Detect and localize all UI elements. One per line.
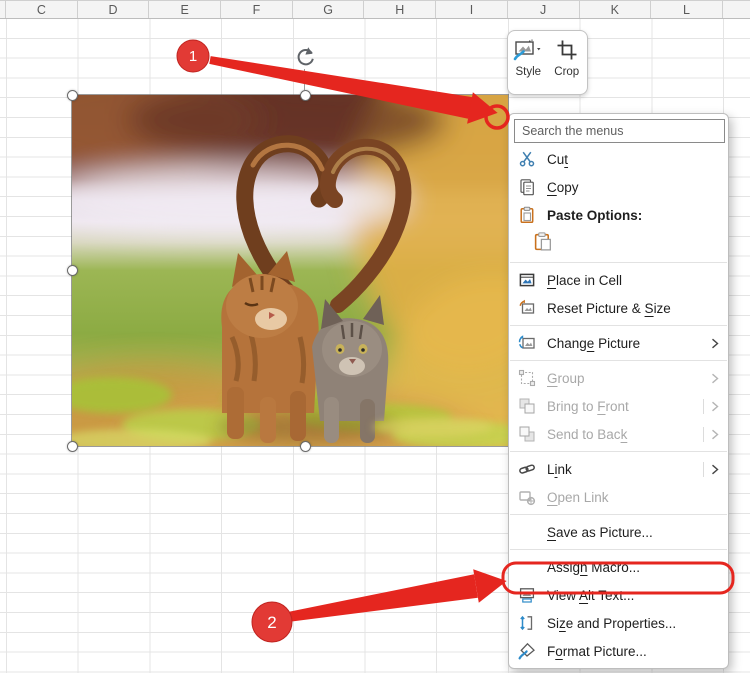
menu-item-label: Bring to Front [547, 398, 629, 414]
menu-item-format-picture[interactable]: Format Picture... [509, 637, 728, 665]
resize-handle-bottom-left[interactable] [66, 440, 78, 452]
menu-item-copy[interactable]: Copy [509, 173, 728, 201]
crop-button[interactable]: Crop [549, 37, 586, 92]
menu-item-paste-option[interactable] [509, 229, 728, 259]
menu-item-paste-options[interactable]: Paste Options: [509, 201, 728, 229]
menu-separator [510, 325, 727, 326]
menu-item-label: Place in Cell [547, 272, 623, 288]
cats-heart-photo [72, 95, 508, 446]
column-header-fill [723, 1, 750, 18]
picture-style-icon [513, 37, 543, 63]
menu-item-send-to-back: Send to Back [509, 420, 728, 448]
resize-handle-bottom-middle[interactable] [299, 440, 311, 452]
resize-handle-top-middle[interactable] [299, 90, 311, 101]
menu-item-bring-to-front: Bring to Front [509, 392, 728, 420]
place-in-cell-icon [517, 270, 537, 290]
submenu-chevron-icon [711, 338, 719, 349]
style-button[interactable]: Style [510, 37, 547, 92]
column-header-I[interactable]: I [436, 1, 508, 18]
excel-window: CDEFGHIJKL Style Crop Search the menus C… [0, 0, 750, 673]
context-menu: Cut Copy Paste Options: Place in Cell Reset … [508, 113, 729, 669]
group-icon [517, 368, 537, 388]
menu-separator [510, 262, 727, 263]
menu-item-label: Link [547, 461, 572, 477]
crop-button-label: Crop [554, 66, 580, 78]
column-header-H[interactable]: H [364, 1, 437, 18]
menu-item-label: Reset Picture & Size [547, 300, 671, 316]
column-header-D[interactable]: D [78, 1, 150, 18]
column-header-G[interactable]: G [293, 1, 365, 18]
rotate-handle[interactable] [293, 45, 317, 69]
change-picture-icon [517, 333, 537, 353]
menu-item-size-and-properties[interactable]: Size and Properties... [509, 609, 728, 637]
menu-separator [510, 514, 727, 515]
send-to-back-icon [517, 424, 537, 444]
menu-item-label: Change Picture [547, 335, 641, 351]
menu-item-assign-macro[interactable]: Assign Macro... [509, 553, 728, 581]
paste-icon [533, 231, 554, 257]
menu-item-view-alt-text[interactable]: View Alt Text... [509, 581, 728, 609]
column-header-K[interactable]: K [580, 1, 652, 18]
size-properties-icon [517, 613, 537, 633]
menu-item-label: Save as Picture... [547, 524, 653, 540]
resize-handle-middle-left[interactable] [66, 264, 78, 276]
menu-item-label: Format Picture... [547, 643, 647, 659]
crop-icon [555, 37, 579, 63]
scissors-icon [517, 149, 537, 169]
menu-item-label: Group [547, 370, 585, 386]
search-input[interactable] [514, 119, 725, 143]
menu-item-label: Open Link [547, 489, 609, 505]
menu-item-label: Paste Options: [547, 207, 643, 223]
menu-item-link[interactable]: Link [509, 455, 728, 483]
menu-item-open-link: Open Link [509, 483, 728, 511]
column-header-C[interactable]: C [6, 1, 78, 18]
open-link-icon [517, 487, 537, 507]
clipboard-icon [517, 205, 537, 225]
format-picture-icon [517, 641, 537, 661]
column-header-J[interactable]: J [508, 1, 580, 18]
column-header-E[interactable]: E [149, 1, 222, 18]
column-header-L[interactable]: L [651, 1, 723, 18]
rotate-icon [297, 47, 314, 66]
link-icon [517, 459, 537, 479]
menu-separator [510, 549, 727, 550]
copy-icon [517, 177, 537, 197]
menu-item-reset-picture-size[interactable]: Reset Picture & Size [509, 294, 728, 322]
menu-item-place-in-cell[interactable]: Place in Cell [509, 266, 728, 294]
menu-item-change-picture[interactable]: Change Picture [509, 329, 728, 357]
menu-separator [510, 360, 727, 361]
menu-item-label: Size and Properties... [547, 615, 677, 631]
menu-item-label: Copy [547, 179, 579, 195]
column-header-row: CDEFGHIJKL [0, 0, 750, 19]
menu-item-label: Assign Macro... [547, 559, 641, 575]
submenu-chevron-icon [703, 398, 719, 414]
menu-separator [510, 451, 727, 452]
no-icon [517, 557, 537, 577]
no-icon [517, 522, 537, 542]
reset-picture-icon [517, 298, 537, 318]
submenu-chevron-icon [711, 373, 719, 384]
menu-item-cut[interactable]: Cut [509, 145, 728, 173]
alt-text-icon [517, 585, 537, 605]
mini-toolbar: Style Crop [507, 30, 588, 95]
column-header-F[interactable]: F [221, 1, 293, 18]
selected-picture[interactable] [71, 94, 509, 447]
submenu-chevron-icon [703, 461, 719, 477]
rotate-handle-stem [304, 69, 305, 90]
bring-to-front-icon [517, 396, 537, 416]
style-button-label: Style [515, 66, 542, 78]
menu-item-group: Group [509, 364, 728, 392]
menu-item-label: View Alt Text... [547, 587, 635, 603]
submenu-chevron-icon [703, 426, 719, 442]
menu-item-label: Send to Back [547, 426, 628, 442]
menu-item-save-as-picture[interactable]: Save as Picture... [509, 518, 728, 546]
resize-handle-top-left[interactable] [66, 89, 78, 101]
menu-item-label: Cut [547, 151, 569, 167]
